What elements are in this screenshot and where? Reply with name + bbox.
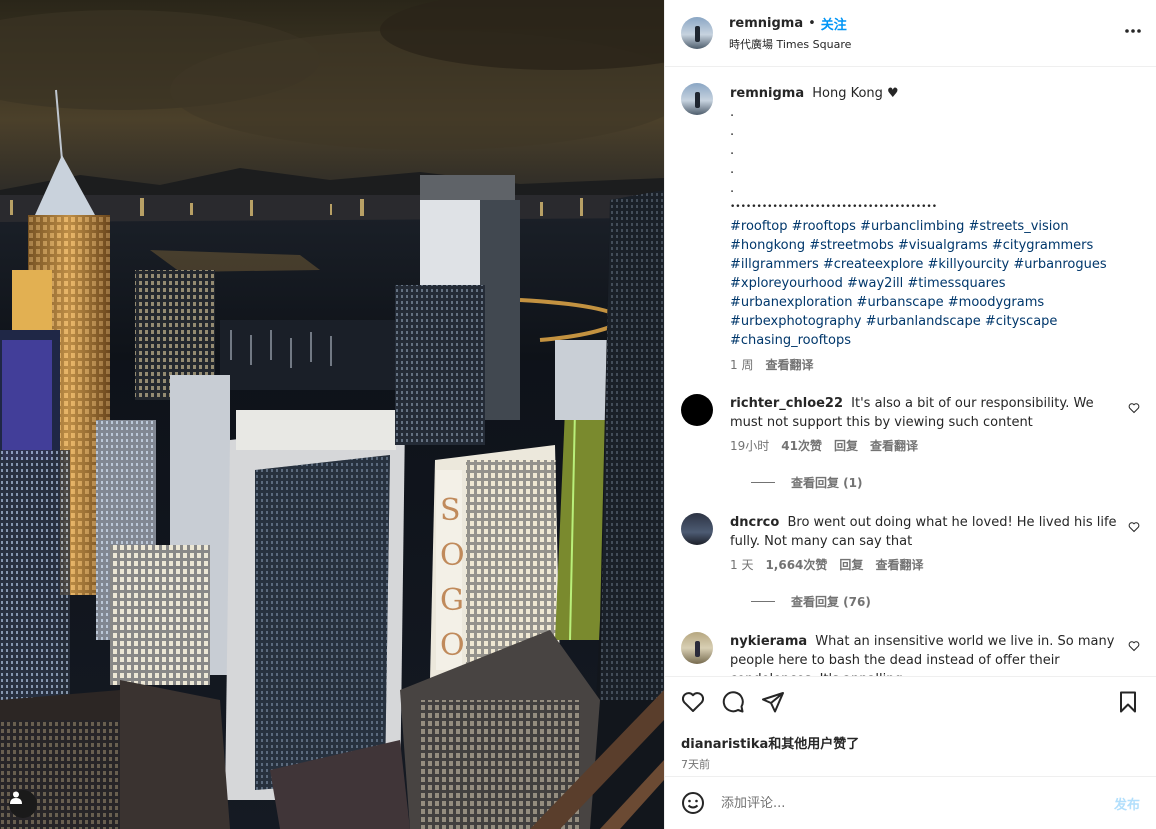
post-location[interactable]: 時代廣場 Times Square <box>729 36 851 52</box>
post-photo[interactable]: S O G O <box>0 0 664 829</box>
author-username[interactable]: remnigma <box>729 16 803 31</box>
comment-like-icon[interactable] <box>1128 640 1140 652</box>
more-horizontal-icon[interactable] <box>1124 28 1142 34</box>
comment-username[interactable]: nykierama <box>730 634 807 649</box>
add-comment-bar: 发布 <box>665 776 1156 829</box>
caption-dots: . . . . . <box>730 105 735 196</box>
user-tags-icon[interactable] <box>9 790 37 818</box>
follow-button[interactable]: 关注 <box>821 14 847 33</box>
caption-time[interactable]: 1 周 <box>730 356 753 375</box>
caption-text: Hong Kong ♥ <box>812 86 899 101</box>
post-actions: dianaristika和其他用户赞了 7天前 <box>665 676 1156 776</box>
caption-hashtags[interactable]: #rooftop #rooftops #urbanclimbing #stree… <box>730 217 1126 350</box>
view-replies-button[interactable]: 查看回复 (1) <box>751 474 1140 491</box>
replies-line <box>751 482 775 483</box>
commenter-avatar[interactable] <box>681 513 713 545</box>
post-details-panel: remnigma • 关注 時代廣場 Times Square remnigma… <box>664 0 1156 829</box>
view-replies-label[interactable]: 查看回复 (76) <box>791 593 871 610</box>
emoji-icon[interactable] <box>681 791 705 815</box>
comment-username[interactable]: dncrco <box>730 515 779 530</box>
city-night-photo: S O G O <box>0 0 664 829</box>
comment-like-icon[interactable] <box>1128 521 1140 533</box>
share-icon[interactable] <box>761 690 785 714</box>
comment-likes[interactable]: 41次赞 <box>781 437 822 456</box>
comment-item: richter_chloe22 It's also a bit of our r… <box>681 394 1140 456</box>
post-date[interactable]: 7天前 <box>681 756 1140 772</box>
svg-text:O: O <box>440 628 465 663</box>
comment-likes[interactable]: 1,664次赞 <box>765 556 827 575</box>
comment-username[interactable]: richter_chloe22 <box>730 396 843 411</box>
comment-time[interactable]: 1 天 <box>730 556 753 575</box>
svg-text:O: O <box>440 538 465 573</box>
caption-divider: ••••••••••••••••••••••••••••••••••••••• <box>730 202 938 212</box>
view-replies-label[interactable]: 查看回复 (1) <box>791 474 863 491</box>
reply-button[interactable]: 回复 <box>834 437 858 456</box>
reply-button[interactable]: 回复 <box>839 556 863 575</box>
comment-input[interactable] <box>721 795 1106 811</box>
comments-list[interactable]: remnigma Hong Kong ♥ . . . . . •••••••••… <box>665 67 1156 676</box>
translate-button[interactable]: 查看翻译 <box>875 556 923 575</box>
post-header: remnigma • 关注 時代廣場 Times Square <box>665 0 1156 67</box>
replies-line <box>751 601 775 602</box>
comment-item: dncrco Bro went out doing what he loved!… <box>681 513 1140 575</box>
commenter-avatar[interactable] <box>681 632 713 664</box>
caption: remnigma Hong Kong ♥ . . . . . •••••••••… <box>681 83 1140 375</box>
comment-icon[interactable] <box>721 690 745 714</box>
comment-text: Bro went out doing what he loved! He liv… <box>730 515 1117 549</box>
caption-avatar[interactable] <box>681 83 713 115</box>
comment-time[interactable]: 19小时 <box>730 437 769 456</box>
liked-by[interactable]: dianaristika和其他用户赞了 <box>681 733 1140 752</box>
separator-dot: • <box>808 16 816 31</box>
bookmark-icon[interactable] <box>1116 690 1140 714</box>
svg-text:S: S <box>440 493 461 528</box>
author-avatar[interactable] <box>681 17 713 49</box>
commenter-avatar[interactable] <box>681 394 713 426</box>
post-viewer: S O G O remnigma • 关注 時代廣場 Times Square … <box>0 0 1156 829</box>
caption-translate[interactable]: 查看翻译 <box>765 356 813 375</box>
caption-username[interactable]: remnigma <box>730 86 804 101</box>
heart-icon[interactable] <box>681 690 705 714</box>
view-replies-button[interactable]: 查看回复 (76) <box>751 593 1140 610</box>
comment-item: nykierama What an insensitive world we l… <box>681 632 1140 676</box>
post-comment-button[interactable]: 发布 <box>1114 794 1140 813</box>
translate-button[interactable]: 查看翻译 <box>870 437 918 456</box>
svg-text:G: G <box>440 583 464 618</box>
comment-like-icon[interactable] <box>1128 402 1140 414</box>
